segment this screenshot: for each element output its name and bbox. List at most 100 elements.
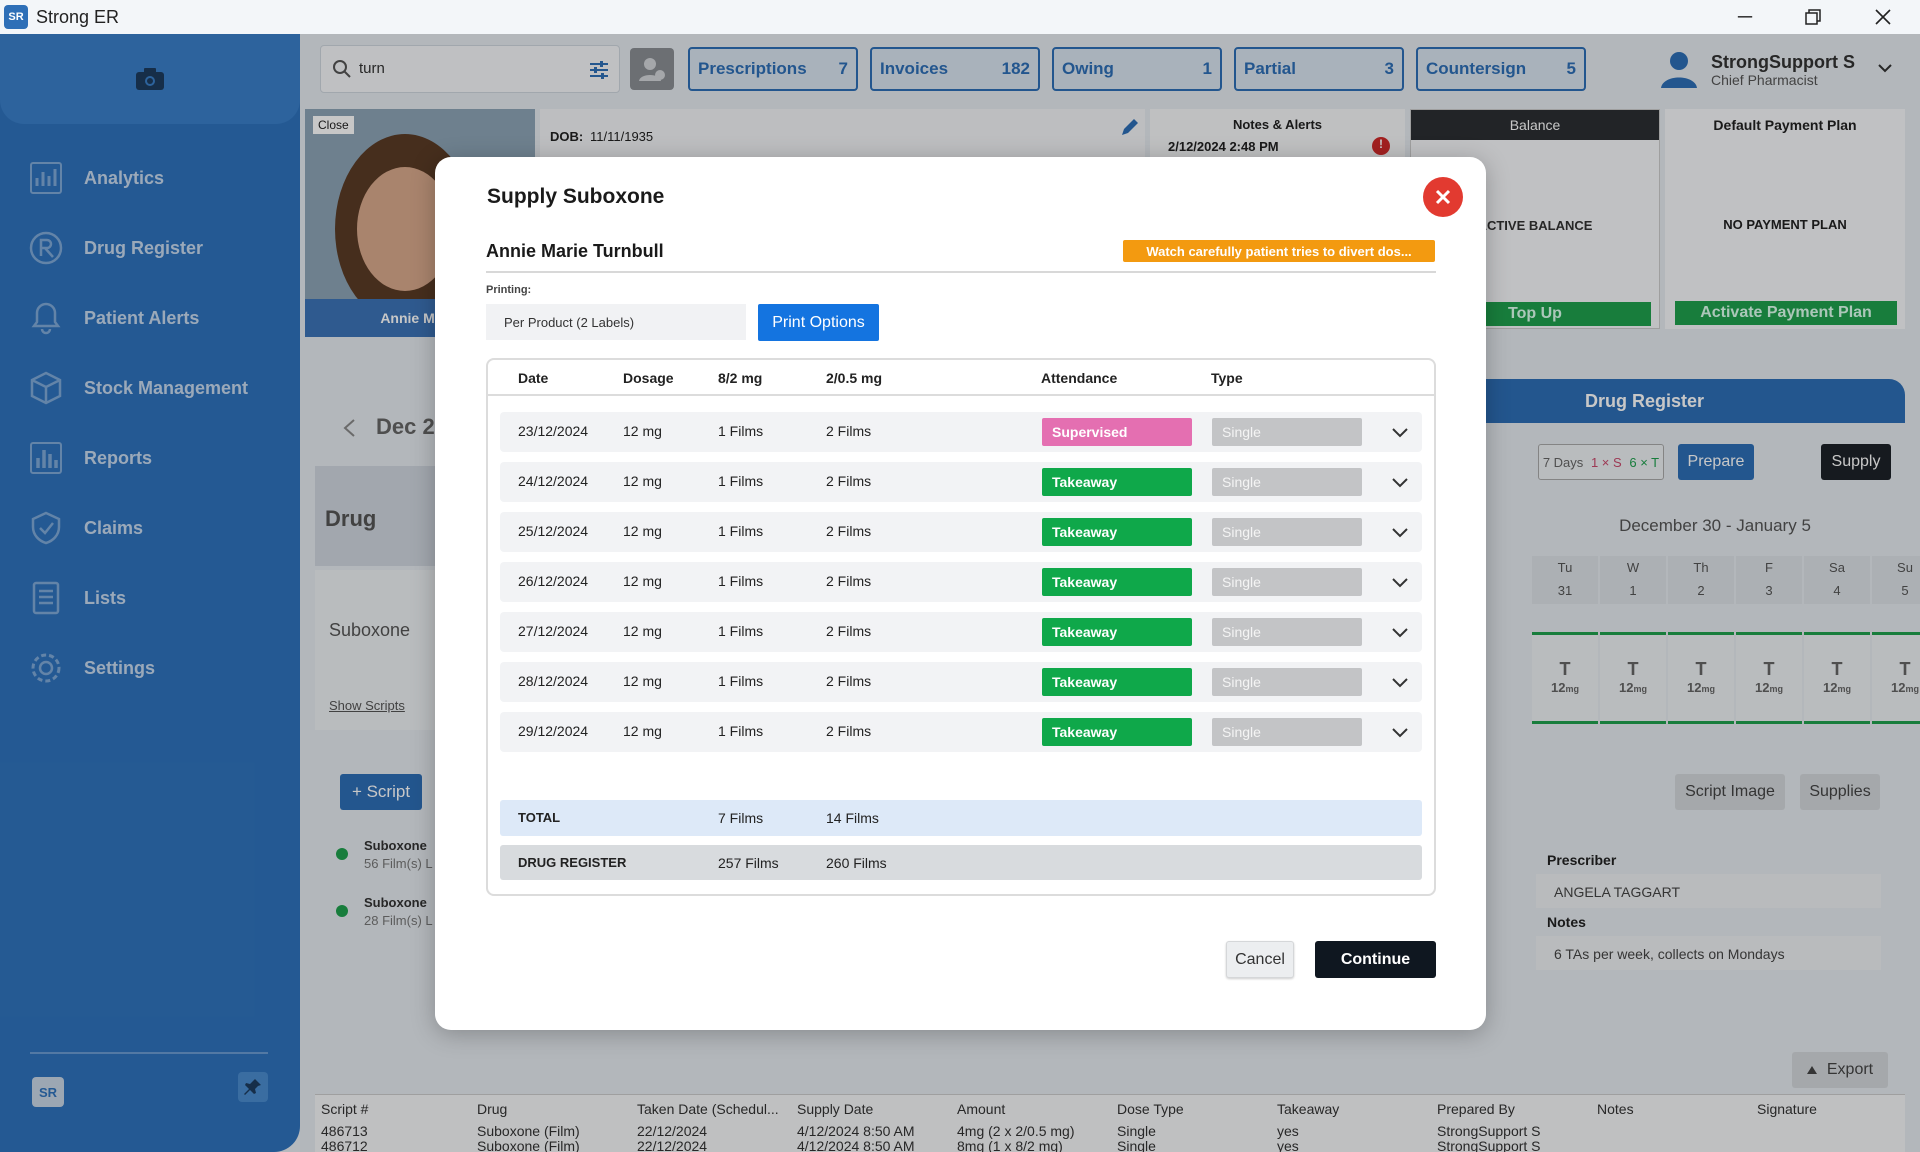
chevron-down-icon[interactable] <box>1390 722 1410 742</box>
modal-close-button[interactable] <box>1423 177 1463 217</box>
prepare-button[interactable]: Prepare <box>1678 444 1754 480</box>
header-button-count: 182 <box>1001 59 1030 78</box>
table-row[interactable]: 24/12/2024 12 mg 1 Films 2 Films Takeaway Sin… <box>500 462 1422 502</box>
day-cell[interactable]: T 12mg <box>1872 632 1920 724</box>
history-column-header[interactable]: Supply Date <box>797 1101 947 1117</box>
filter-icon[interactable] <box>589 60 609 80</box>
day-cell-unit: mg <box>1701 684 1715 694</box>
day-cell[interactable]: T 12mg <box>1804 632 1870 724</box>
header-button-countersign[interactable]: Countersign 5 <box>1416 47 1586 91</box>
chevron-down-icon[interactable] <box>1390 472 1410 492</box>
day-cell[interactable]: T 12mg <box>1600 632 1666 724</box>
month-label: Dec 2 <box>376 414 435 439</box>
type-select[interactable]: Single <box>1212 568 1362 596</box>
printing-select[interactable]: Per Product (2 Labels) <box>486 304 746 340</box>
table-row[interactable]: 23/12/2024 12 mg 1 Films 2 Films Supervised S… <box>500 412 1422 452</box>
type-select[interactable]: Single <box>1212 668 1362 696</box>
print-options-button[interactable]: Print Options <box>758 304 879 341</box>
history-column-header[interactable]: Dose Type <box>1117 1101 1267 1117</box>
cancel-button[interactable]: Cancel <box>1226 941 1294 978</box>
attendance-select[interactable]: Takeaway <box>1042 468 1192 496</box>
show-scripts-link[interactable]: Show Scripts <box>329 698 405 713</box>
sidebar-item-stock-management[interactable]: Stock Management <box>28 368 248 408</box>
add-patient-button[interactable] <box>630 48 674 90</box>
supplies-button[interactable]: Supplies <box>1800 774 1880 810</box>
history-column-header[interactable]: Prepared By <box>1437 1101 1587 1117</box>
header-button-partial[interactable]: Partial 3 <box>1234 47 1404 91</box>
history-column-header[interactable]: Signature <box>1757 1101 1907 1117</box>
chevron-left-icon[interactable] <box>342 418 356 438</box>
search-bar[interactable]: turn <box>320 45 620 93</box>
patient-alert-badge[interactable]: Watch carefully patient tries to divert … <box>1123 240 1435 262</box>
camera-icon[interactable] <box>135 67 165 91</box>
drug-cell: Suboxone Show Scripts <box>315 570 435 730</box>
history-cell: Suboxone (Film) <box>477 1138 580 1152</box>
add-script-button[interactable]: + Script <box>340 774 422 810</box>
register-label: DRUG REGISTER <box>518 855 627 870</box>
user-name[interactable]: StrongSupport S <box>1711 52 1855 73</box>
type-select[interactable]: Single <box>1212 618 1362 646</box>
table-row[interactable]: 27/12/2024 12 mg 1 Films 2 Films Takeaway Sin… <box>500 612 1422 652</box>
script-image-button[interactable]: Script Image <box>1675 774 1785 810</box>
history-column-header[interactable]: Drug <box>477 1101 627 1117</box>
close-window-button[interactable] <box>1848 0 1918 34</box>
history-column-header[interactable]: Taken Date (Schedul... <box>637 1101 787 1117</box>
sidebar-item-drug-register[interactable]: Drug Register <box>28 228 203 268</box>
sidebar-item-reports[interactable]: Reports <box>28 438 152 478</box>
sidebar-item-lists[interactable]: Lists <box>28 578 126 618</box>
header-button-prescriptions[interactable]: Prescriptions 7 <box>688 47 858 91</box>
edit-icon[interactable] <box>1120 117 1140 137</box>
continue-button[interactable]: Continue <box>1315 941 1436 978</box>
chevron-down-icon[interactable] <box>1390 572 1410 592</box>
history-column-header[interactable]: Amount <box>957 1101 1107 1117</box>
week-day-header: Su 5 <box>1872 556 1920 604</box>
attendance-select[interactable]: Takeaway <box>1042 618 1192 646</box>
bell-icon <box>28 300 64 336</box>
sidebar-item-claims[interactable]: Claims <box>28 508 143 548</box>
chevron-down-icon[interactable] <box>1390 672 1410 692</box>
search-input[interactable]: turn <box>359 60 385 77</box>
attendance-select[interactable]: Takeaway <box>1042 668 1192 696</box>
pin-button[interactable] <box>238 1072 268 1102</box>
script-list-item[interactable]: Suboxone 28 Film(s) L <box>330 891 440 937</box>
sidebar-item-settings[interactable]: Settings <box>28 648 155 688</box>
attendance-select[interactable]: Takeaway <box>1042 568 1192 596</box>
type-select[interactable]: Single <box>1212 718 1362 746</box>
close-photo-button[interactable]: Close <box>313 116 354 134</box>
type-select[interactable]: Single <box>1212 418 1362 446</box>
column-header-date: Date <box>518 370 549 386</box>
export-button[interactable]: Export <box>1792 1052 1888 1088</box>
activate-plan-button[interactable]: Activate Payment Plan <box>1675 301 1897 325</box>
sidebar-item-analytics[interactable]: Analytics <box>28 158 164 198</box>
history-column-header[interactable]: Notes <box>1597 1101 1747 1117</box>
chevron-down-icon[interactable] <box>1878 64 1892 74</box>
attendance-select[interactable]: Takeaway <box>1042 518 1192 546</box>
script-list-item[interactable]: Suboxone 56 Film(s) L <box>330 834 440 880</box>
week-day-header: F3 <box>1736 556 1802 604</box>
dob-value: 11/11/1935 <box>590 129 654 144</box>
header-button-owing[interactable]: Owing 1 <box>1052 47 1222 91</box>
table-row[interactable]: 26/12/2024 12 mg 1 Films 2 Films Takeaway Sin… <box>500 562 1422 602</box>
table-row[interactable]: 28/12/2024 12 mg 1 Films 2 Films Takeaway Sin… <box>500 662 1422 702</box>
analytics-icon <box>28 160 64 196</box>
table-row[interactable]: 29/12/2024 12 mg 1 Films 2 Films Takeaway Sin… <box>500 712 1422 752</box>
attendance-select[interactable]: Takeaway <box>1042 718 1192 746</box>
header-button-invoices[interactable]: Invoices 182 <box>870 47 1040 91</box>
history-column-header[interactable]: Takeaway <box>1277 1101 1427 1117</box>
chevron-down-icon[interactable] <box>1390 622 1410 642</box>
chevron-down-icon[interactable] <box>1390 422 1410 442</box>
type-select[interactable]: Single <box>1212 518 1362 546</box>
table-row[interactable]: 25/12/2024 12 mg 1 Films 2 Films Takeaway Sin… <box>500 512 1422 552</box>
day-cell[interactable]: T 12mg <box>1668 632 1734 724</box>
history-cell: yes <box>1277 1123 1299 1139</box>
minimize-button[interactable]: ─ <box>1710 0 1780 34</box>
sidebar-item-patient-alerts[interactable]: Patient Alerts <box>28 298 199 338</box>
supply-button[interactable]: Supply <box>1821 444 1891 480</box>
type-select[interactable]: Single <box>1212 468 1362 496</box>
day-cell[interactable]: T 12mg <box>1736 632 1802 724</box>
chevron-down-icon[interactable] <box>1390 522 1410 542</box>
history-column-header[interactable]: Script # <box>321 1101 471 1117</box>
day-cell[interactable]: T 12mg <box>1532 632 1598 724</box>
attendance-select[interactable]: Supervised <box>1042 418 1192 446</box>
restore-button[interactable] <box>1778 0 1848 34</box>
